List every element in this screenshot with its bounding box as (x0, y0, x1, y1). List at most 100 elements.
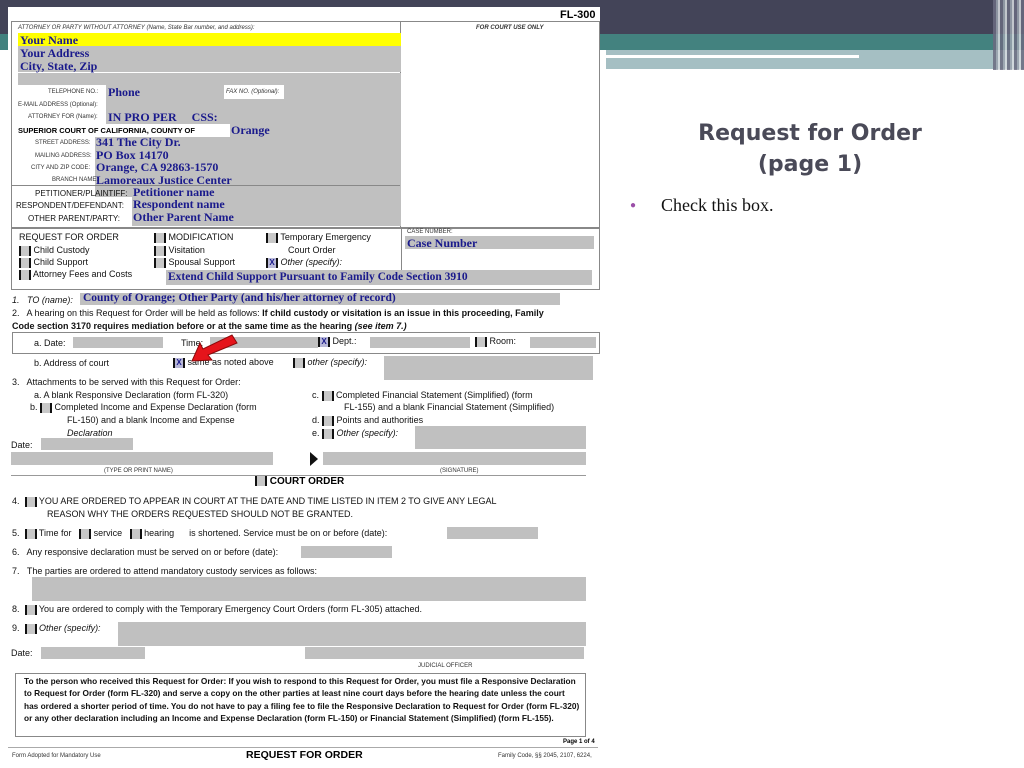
item4-number: 4. (12, 496, 20, 506)
dept-text: Dept.: (332, 336, 357, 346)
to-name-value: County of Orange; Other Party (and his/h… (83, 292, 396, 304)
footer-title: REQUEST FOR ORDER (246, 749, 363, 761)
judicial-officer-caption: JUDICIAL OFFICER (418, 663, 473, 669)
item5-service-checkbox[interactable] (79, 528, 92, 539)
footer-left: Form Adopted for Mandatory Use (12, 753, 101, 759)
item2-text-b: If child custody or visitation is an iss… (259, 308, 544, 318)
attorney-fees-checkbox[interactable] (19, 269, 31, 280)
other-address-option[interactable]: other (specify): (293, 357, 367, 368)
item3e-checkbox[interactable] (322, 428, 335, 439)
visitation-checkbox[interactable] (154, 245, 166, 256)
visitation-option[interactable]: Visitation (154, 245, 205, 256)
item1-label: 1. TO (name): (12, 295, 73, 305)
child-support-option[interactable]: Child Support (19, 257, 88, 268)
item7-field[interactable] (32, 577, 586, 601)
child-support-text: Child Support (33, 257, 89, 267)
item3e-option[interactable]: e. Other (specify): (312, 428, 398, 439)
dept-option[interactable]: X Dept.: (318, 336, 357, 347)
item5-checkbox[interactable] (24, 528, 37, 539)
bullet-text: Check this box. (661, 195, 774, 215)
temp-emergency-option[interactable]: Temporary Emergency (266, 232, 371, 243)
spousal-support-option[interactable]: Spousal Support (154, 257, 235, 268)
same-as-above-checkbox-checked[interactable]: X (173, 357, 185, 368)
room-field[interactable] (530, 337, 596, 348)
item5-hearing-checkbox[interactable] (129, 528, 142, 539)
footer-divider (8, 747, 598, 748)
attorney-for-label: ATTORNEY FOR (Name): (28, 114, 98, 120)
item2-text-c-line: Code section 3170 requires mediation bef… (12, 321, 407, 331)
signed-date-field[interactable] (41, 438, 133, 450)
hearing-date-field[interactable] (73, 337, 163, 348)
item3-label: 3. Attachments to be served with this Re… (12, 377, 241, 387)
item9-checkbox[interactable] (24, 623, 37, 634)
spousal-support-checkbox[interactable] (154, 257, 166, 268)
email-label: E-MAIL ADDRESS (Optional): (18, 102, 98, 108)
order-date-field[interactable] (41, 647, 145, 659)
item4-checkbox[interactable] (24, 496, 37, 507)
form-id: FL-300 (560, 9, 596, 21)
print-name-field[interactable] (11, 452, 273, 465)
court-order-checkbox[interactable] (255, 476, 267, 487)
attorney-fees-option[interactable]: Attorney Fees and Costs (19, 269, 132, 280)
fax-field[interactable] (284, 85, 401, 99)
item3b-option[interactable]: b. Completed Income and Expense Declarat… (30, 402, 257, 413)
item4-option[interactable]: 4. YOU ARE ORDERED TO APPEAR IN COURT AT… (12, 496, 497, 507)
item5-time-for: Time for (38, 528, 72, 538)
child-custody-option[interactable]: Child Custody (19, 245, 90, 256)
judicial-officer-field[interactable] (305, 647, 584, 659)
court-order-option[interactable]: COURT ORDER (255, 476, 344, 487)
item3e-field[interactable] (415, 426, 586, 449)
temp-emergency-checkbox[interactable] (266, 232, 278, 243)
child-support-checkbox[interactable] (19, 257, 31, 268)
date-plain-label: Date: (11, 440, 33, 450)
item3b-checkbox[interactable] (40, 402, 53, 413)
attorney-label: ATTORNEY OR PARTY WITHOUT ATTORNEY (Name… (18, 25, 255, 31)
dept-checkbox-checked[interactable]: X (318, 336, 330, 347)
other-specify-checkbox-checked[interactable]: X (266, 257, 278, 268)
dept-field[interactable] (370, 337, 470, 348)
item9-number: 9. (12, 623, 20, 633)
rfo-label: REQUEST FOR ORDER (19, 232, 119, 242)
fax-label: FAX NO. (Optional): (226, 89, 280, 95)
court-order-text: COURT ORDER (269, 476, 345, 487)
item9-field[interactable] (118, 622, 586, 646)
signature-field[interactable] (323, 452, 586, 465)
item3c-checkbox[interactable] (321, 390, 334, 401)
item5-date-field[interactable] (447, 527, 538, 539)
telephone-label: TELEPHONE NO.: (48, 89, 99, 95)
spousal-support-text: Spousal Support (168, 257, 236, 267)
footer-right: Family Code, §§ 2045, 2107, 6224, (498, 753, 592, 759)
item3d-checkbox[interactable] (322, 415, 335, 426)
item2-text-d: (see item 7.) (352, 321, 407, 331)
court-label: SUPERIOR COURT OF CALIFORNIA, COUNTY OF (18, 126, 195, 135)
item3d-option[interactable]: d. Points and authorities (312, 415, 423, 426)
print-name-caption: (TYPE OR PRINT NAME) (104, 468, 173, 474)
room-option[interactable]: Room: (475, 336, 516, 347)
item5-line: 5. Time for service hearing is shortened… (12, 528, 387, 539)
slide-teal-band (600, 34, 1024, 50)
attorney-fees-text: Attorney Fees and Costs (33, 269, 133, 279)
item8-option[interactable]: 8. You are ordered to comply with the Te… (12, 604, 422, 615)
other-specify-option[interactable]: X Other (specify): (266, 257, 342, 268)
other-address-field[interactable] (384, 356, 593, 380)
order-date-label: Date: (11, 648, 33, 658)
item3b-prefix: b. (30, 402, 38, 412)
modification-checkbox[interactable] (154, 232, 166, 243)
item3d-prefix: d. (312, 415, 320, 425)
item3c-option[interactable]: c. Completed Financial Statement (Simpli… (312, 390, 533, 401)
child-custody-checkbox[interactable] (19, 245, 31, 256)
court-use-label: FOR COURT USE ONLY (476, 25, 544, 31)
temp-emergency-text: Temporary Emergency (280, 232, 371, 242)
branch-label: BRANCH NAME: (52, 177, 99, 183)
modification-option[interactable]: MODIFICATION (154, 232, 233, 243)
item3e-text: Other (specify): (336, 428, 399, 438)
red-arrow-icon (191, 334, 238, 362)
item6-date-field[interactable] (301, 546, 392, 558)
slide-title: Request for Order (page 1) (650, 118, 970, 180)
item8-checkbox[interactable] (24, 604, 37, 615)
other-parent-label: OTHER PARENT/PARTY: (28, 214, 121, 223)
item9-option[interactable]: 9. Other (specify): (12, 623, 101, 634)
room-checkbox[interactable] (475, 336, 487, 347)
address-extra-field[interactable] (18, 73, 401, 85)
other-address-checkbox[interactable] (293, 357, 305, 368)
